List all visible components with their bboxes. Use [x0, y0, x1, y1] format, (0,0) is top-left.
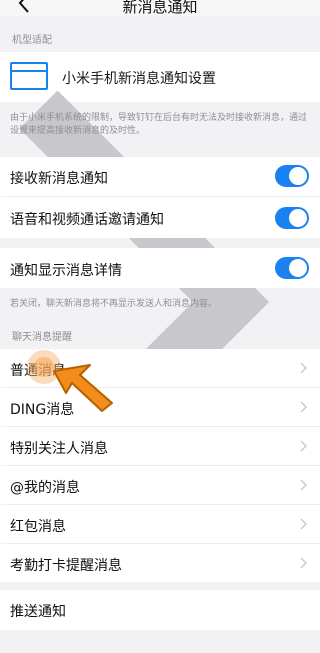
chat-item-attendance[interactable]: 考勤打卡提醒消息: [0, 544, 320, 582]
tap-pointer-icon: [27, 350, 113, 412]
push-notification-item[interactable]: 推送通知: [0, 590, 320, 630]
toggle-knob: [289, 259, 307, 277]
chat-item-label: 红包消息: [10, 519, 66, 535]
detail-hint-text: 若关闭，聊天新消息将不再显示发送人和消息内容。: [10, 299, 218, 309]
toggle-label-detail: 通知显示消息详情: [10, 263, 122, 279]
chat-item-mention[interactable]: @我的消息: [0, 466, 320, 504]
chat-item-label: 特别关注人消息: [10, 441, 108, 457]
toggle-knob: [289, 209, 307, 227]
nav-bar: 新消息通知: [0, 0, 320, 16]
chevron-right-icon: [300, 401, 307, 413]
chevron-right-icon: [300, 557, 307, 569]
chat-item-special[interactable]: 特别关注人消息: [0, 427, 320, 465]
chevron-right-icon: [300, 362, 307, 374]
chat-item-redpacket[interactable]: 红包消息: [0, 505, 320, 543]
chat-item-label: 考勤打卡提醒消息: [10, 558, 122, 574]
section-label-chat: 聊天消息提醒: [12, 332, 72, 343]
toggle-label-receive: 接收新消息通知: [10, 171, 108, 187]
toggle-row-call: 语音和视频通话邀请通知: [0, 197, 320, 238]
device-hint-text: 由于小米手机系统的限制，导致钉钉在后台有时无法及时接收新消息，通过设置来提高接收…: [10, 113, 308, 136]
section-label-device: 机型适配: [12, 35, 52, 46]
push-notification-label: 推送通知: [10, 604, 66, 620]
receive-notifications-toggle[interactable]: [275, 165, 309, 187]
show-detail-toggle[interactable]: [275, 257, 309, 279]
toggle-label-call: 语音和视频通话邀请通知: [10, 212, 164, 228]
toggle-row-receive: 接收新消息通知: [0, 157, 320, 196]
chevron-right-icon: [300, 440, 307, 452]
call-invite-toggle[interactable]: [275, 207, 309, 229]
chevron-right-icon: [300, 479, 307, 491]
chat-item-label: @我的消息: [10, 480, 80, 496]
toggle-row-detail: 通知显示消息详情: [0, 248, 320, 288]
toggle-knob: [289, 167, 307, 185]
chevron-right-icon: [300, 518, 307, 530]
device-settings-item[interactable]: 小米手机新消息通知设置: [0, 52, 320, 514]
page-title: 新消息通知: [122, 0, 198, 16]
